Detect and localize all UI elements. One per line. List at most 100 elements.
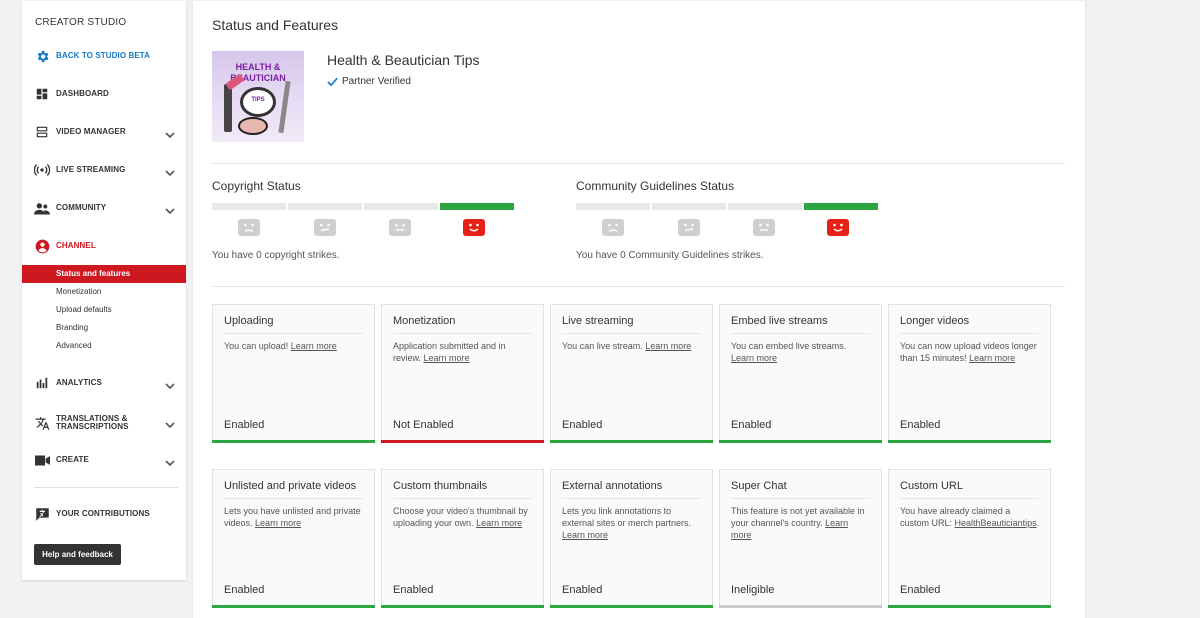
- community-icon: [34, 200, 50, 216]
- card-divider: [393, 498, 532, 499]
- sidebar-item-label: DASHBOARD: [56, 88, 109, 98]
- learn-more-link[interactable]: Learn more: [476, 518, 522, 528]
- chevron-down-icon[interactable]: [165, 127, 175, 145]
- chevron-down-icon[interactable]: [165, 455, 175, 473]
- feature-description: You can upload! Learn more: [224, 340, 364, 352]
- learn-more-link[interactable]: Learn more: [731, 353, 777, 363]
- card-divider: [900, 333, 1039, 334]
- card-divider: [900, 498, 1039, 499]
- feature-card-custom-url: Custom URL You have already claimed a cu…: [888, 469, 1051, 608]
- chevron-down-icon[interactable]: [165, 378, 175, 396]
- feature-card-super-chat: Super Chat This feature is not yet avail…: [719, 469, 882, 608]
- thumb-text-line-1: HEALTH &: [235, 62, 281, 72]
- sidebar-item-translations[interactable]: TRANSLATIONS & TRANSCRIPTIONS: [22, 410, 186, 436]
- neutral-face-icon: [678, 219, 700, 236]
- channel-thumbnail[interactable]: HEALTH & BEAUTICIAN TIPS: [212, 51, 304, 142]
- sidebar-item-live-streaming[interactable]: LIVE STREAMING: [22, 158, 186, 182]
- learn-more-link[interactable]: Learn more: [424, 353, 470, 363]
- neutral-face-icon: [314, 219, 336, 236]
- status-bar-enabled: [550, 440, 713, 443]
- happy-face-icon: [827, 219, 849, 236]
- learn-more-link[interactable]: Learn more: [291, 341, 337, 351]
- feature-card-monetization: Monetization Application submitted and i…: [381, 304, 544, 443]
- feature-description: You can now upload videos longer than 15…: [900, 340, 1040, 364]
- feature-title: Uploading: [224, 315, 274, 327]
- feature-description: Choose your video's thumbnail by uploadi…: [393, 505, 533, 529]
- feature-title: Custom thumbnails: [393, 480, 488, 492]
- sidebar-divider: [34, 487, 178, 488]
- sidebar-item-community[interactable]: COMMUNITY: [22, 196, 186, 220]
- main-panel: Status and Features HEALTH & BEAUTICIAN …: [193, 1, 1085, 618]
- thumb-text-line-3: TIPS: [251, 97, 265, 103]
- chevron-down-icon[interactable]: [165, 165, 175, 183]
- feature-state: Enabled: [731, 419, 772, 431]
- sidebar-item-label: COMMUNITY: [56, 202, 107, 212]
- sidebar-item-label: TRANSLATIONS & TRANSCRIPTIONS: [56, 413, 129, 431]
- feature-title: Embed live streams: [731, 315, 828, 327]
- feature-state: Enabled: [900, 419, 941, 431]
- video-manager-icon: [34, 124, 50, 140]
- contributions-icon: [34, 506, 50, 522]
- card-divider: [562, 333, 701, 334]
- sidebar-item-dashboard[interactable]: DASHBOARD: [22, 82, 186, 106]
- status-bar-enabled: [888, 440, 1051, 443]
- sidebar-item-video-manager[interactable]: VIDEO MANAGER: [22, 120, 186, 144]
- feature-card-embed-live-streams: Embed live streams You can embed live st…: [719, 304, 882, 443]
- gear-icon: [34, 48, 50, 64]
- learn-more-link[interactable]: Learn more: [255, 518, 301, 528]
- mascara-image: [224, 84, 232, 132]
- feature-description: This feature is not yet available in you…: [731, 505, 871, 541]
- sidebar: CREATOR STUDIO BACK TO STUDIO BETA DASHB…: [22, 1, 186, 580]
- check-icon: [327, 77, 338, 86]
- strike-segment: [212, 203, 286, 210]
- sidebar-item-channel[interactable]: CHANNEL: [22, 234, 186, 258]
- sidebar-item-label: CHANNEL: [56, 240, 96, 250]
- status-bar-enabled: [719, 440, 882, 443]
- strike-segment: [364, 203, 438, 210]
- sidebar-item-your-contributions[interactable]: YOUR CONTRIBUTIONS: [22, 502, 186, 526]
- feature-title: Super Chat: [731, 480, 787, 492]
- channel-name[interactable]: Health & Beautician Tips: [327, 52, 480, 68]
- status-bar-enabled: [212, 605, 375, 608]
- chevron-down-icon[interactable]: [165, 417, 175, 435]
- sidebar-subitem-branding[interactable]: Branding: [22, 319, 186, 337]
- sad-face-icon: [238, 219, 260, 236]
- copyright-status: Copyright Status You have 0 copyright st…: [212, 179, 522, 269]
- feature-card-external-annotations: External annotations Lets you link annot…: [550, 469, 713, 608]
- brush-image: [278, 80, 291, 134]
- sidebar-subitem-upload-defaults[interactable]: Upload defaults: [22, 301, 186, 319]
- feature-title: Custom URL: [900, 480, 963, 492]
- feature-description: You can embed live streams. Learn more: [731, 340, 871, 364]
- sidebar-item-label: CREATE: [56, 454, 89, 464]
- feature-title: Monetization: [393, 315, 456, 327]
- feature-card-unlisted-private: Unlisted and private videos Lets you hav…: [212, 469, 375, 608]
- sidebar-item-back-to-studio-beta[interactable]: BACK TO STUDIO BETA: [22, 44, 186, 68]
- custom-url-link[interactable]: HealthBeauticiantips: [955, 518, 1037, 528]
- feature-state: Ineligible: [731, 584, 775, 596]
- help-and-feedback-button[interactable]: Help and feedback: [34, 544, 121, 565]
- sidebar-subitem-advanced[interactable]: Advanced: [22, 337, 186, 355]
- card-divider: [224, 333, 363, 334]
- analytics-icon: [34, 375, 50, 391]
- happy-face-icon: [463, 219, 485, 236]
- community-status-title: Community Guidelines Status: [576, 179, 735, 193]
- feature-card-custom-thumbnails: Custom thumbnails Choose your video's th…: [381, 469, 544, 608]
- feature-state: Enabled: [224, 419, 265, 431]
- feature-title: Unlisted and private videos: [224, 480, 357, 492]
- strike-segment: [728, 203, 802, 210]
- feature-title: Longer videos: [900, 315, 970, 327]
- learn-more-link[interactable]: Learn more: [645, 341, 691, 351]
- card-divider: [731, 333, 870, 334]
- feature-description-text: You can live stream.: [562, 341, 643, 351]
- copyright-status-title: Copyright Status: [212, 179, 301, 193]
- feature-description: You have already claimed a custom URL: H…: [900, 506, 1040, 528]
- sidebar-subitem-status-and-features[interactable]: Status and features: [22, 265, 186, 283]
- learn-more-link[interactable]: Learn more: [562, 530, 608, 540]
- learn-more-link[interactable]: Learn more: [969, 353, 1015, 363]
- chevron-down-icon[interactable]: [165, 203, 175, 221]
- sidebar-item-analytics[interactable]: ANALYTICS: [22, 371, 186, 395]
- sidebar-item-create[interactable]: CREATE: [22, 448, 186, 472]
- sidebar-item-label: LIVE STREAMING: [56, 164, 126, 174]
- sidebar-subitem-monetization[interactable]: Monetization: [22, 283, 186, 301]
- status-bar-ineligible: [719, 605, 882, 608]
